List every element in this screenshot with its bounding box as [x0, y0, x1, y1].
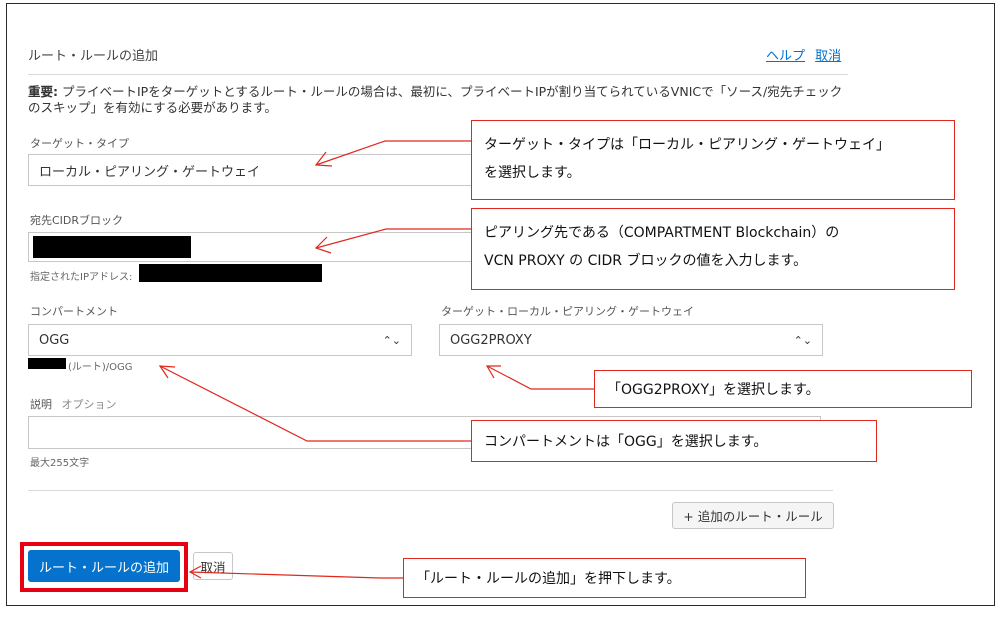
- arrow-target-type: [315, 140, 471, 166]
- arrow-submit: [189, 571, 403, 579]
- callout-arrows: [158, 140, 594, 579]
- arrow-compartment: [159, 365, 471, 442]
- arrow-lpg: [486, 365, 594, 390]
- arrow-cidr: [315, 228, 471, 249]
